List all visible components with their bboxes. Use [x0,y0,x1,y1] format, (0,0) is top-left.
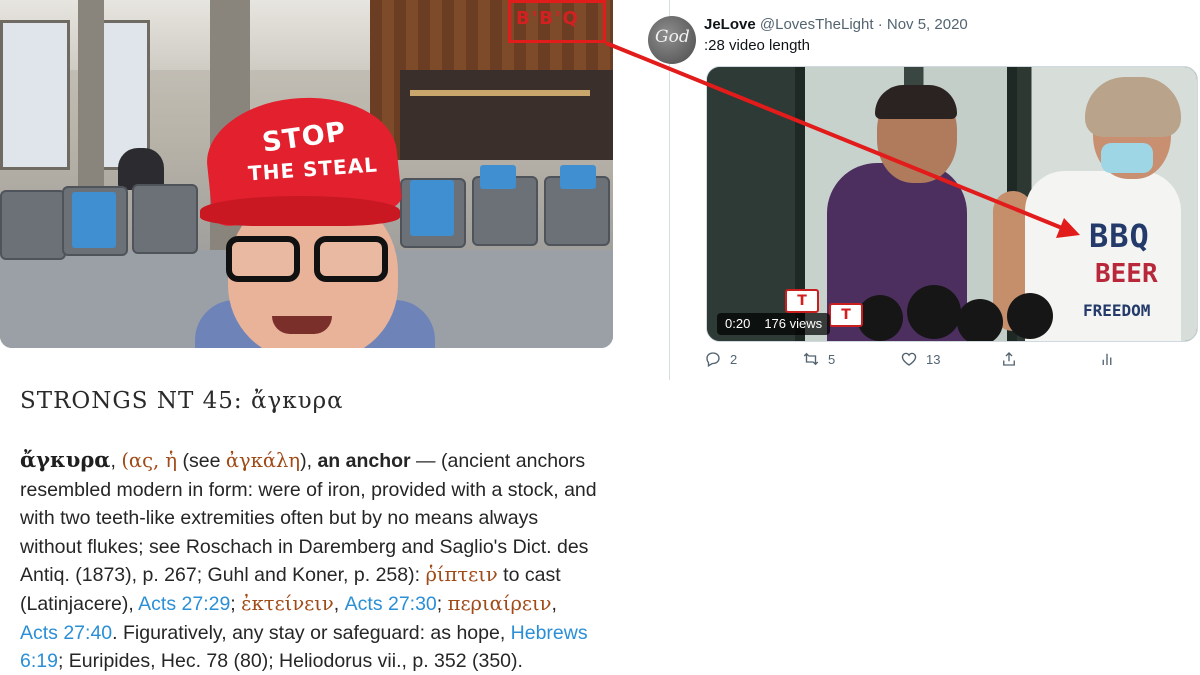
airport-seat [132,184,198,254]
like-button[interactable]: 13 [900,350,940,368]
scripture-link[interactable]: Acts 27:30 [345,593,437,615]
definition-text: ; Euripides, Hec. 78 (80); Heliodorus vi… [57,650,523,673]
video-still: B'B'Q STOP THE STEAL [0,0,613,348]
restaurant-counter [400,70,613,160]
definition-text: (see [177,450,226,472]
definition-text: ; [436,592,448,615]
shirt-text-line1: BBQ [1089,217,1150,255]
seat-sign [480,165,516,189]
scripture-link[interactable]: Acts 27:40 [20,622,112,644]
tweet-text: :28 video length [704,37,810,54]
shirt-text-line3: FREEDOM [1083,301,1151,320]
glasses-lens [314,236,388,282]
grammar-note: (ας, ἡ [121,449,178,472]
person-hair [1085,77,1181,137]
definition-text: ; [230,592,242,615]
microphone [957,299,1003,341]
shirt-text-line2: BEER [1095,259,1158,289]
face-mask [1101,143,1153,173]
mic-flag-text: T [797,293,807,309]
microphone [1007,293,1053,339]
reply-icon [706,352,720,367]
definition-text: , [551,592,557,615]
definition-body: ἄγκυρα, (ας, ἡ (see ἀγκάλη), an anchor —… [20,447,597,673]
eyeglasses [222,236,392,288]
definition-headword: ἄγκυρα [20,447,111,472]
retweet-icon [803,352,819,366]
annotation-box [508,0,606,43]
glasses-lens [226,236,300,282]
tweet-date[interactable]: Nov 5, 2020 [887,16,968,33]
seat-sign [72,192,116,248]
seat-sign [560,165,596,189]
definition-title: STRONGS NT 45: ἄγκυρα [20,388,344,414]
retweet-button[interactable]: 5 [802,350,835,368]
avatar-text: God [655,27,690,47]
mic-flag-text: T [841,307,851,323]
greek-word-link[interactable]: ἀγκάλη [226,449,300,472]
scripture-link[interactable]: Acts 27:29 [138,593,230,615]
restaurant-shelf [410,90,590,96]
analytics-icon [1102,353,1112,365]
microphone [857,295,903,341]
retweet-count: 5 [828,351,836,367]
greek-word-link[interactable]: περιαίρειν [448,592,552,615]
like-icon [901,352,917,366]
seat-sign [410,180,454,236]
red-cap-bill [200,196,400,226]
definition-gloss: an anchor [317,450,411,472]
definition-text: ), [300,450,318,472]
man-hair [875,85,957,119]
author-handle[interactable]: @LovesTheLight [760,16,874,33]
greek-word-link[interactable]: ῥίπτειν [425,563,497,586]
video-stats-badge: 0:20 176 views [717,313,831,335]
author-name[interactable]: JeLove [704,16,756,33]
share-button[interactable] [1000,350,1026,368]
tweet-actions: 2 5 13 [704,350,1124,374]
tweet-video[interactable]: BBQ BEER FREEDOM T T 0:20 176 views [706,66,1198,342]
header-separator: · [877,16,883,33]
airport-seat [0,190,66,260]
tweet-header: JeLove @LovesTheLight · Nov 5, 2020 [704,16,968,33]
mic-flag: T [829,303,863,327]
definition-text: , [333,592,345,615]
analytics-button[interactable] [1098,350,1124,368]
greek-word-link[interactable]: ἐκτείνειν [241,592,334,615]
microphone [907,285,961,339]
video-views: 176 views [764,316,823,331]
share-icon [1003,352,1015,366]
mic-flag: T [785,289,819,313]
reply-button[interactable]: 2 [704,350,737,368]
airport-window [0,20,70,170]
person-mouth [272,316,332,334]
video-duration: 0:20 [725,316,751,331]
reply-count: 2 [730,351,738,367]
definition-text: . Figuratively, any stay or safeguard: a… [112,621,511,644]
like-count: 13 [926,351,941,367]
